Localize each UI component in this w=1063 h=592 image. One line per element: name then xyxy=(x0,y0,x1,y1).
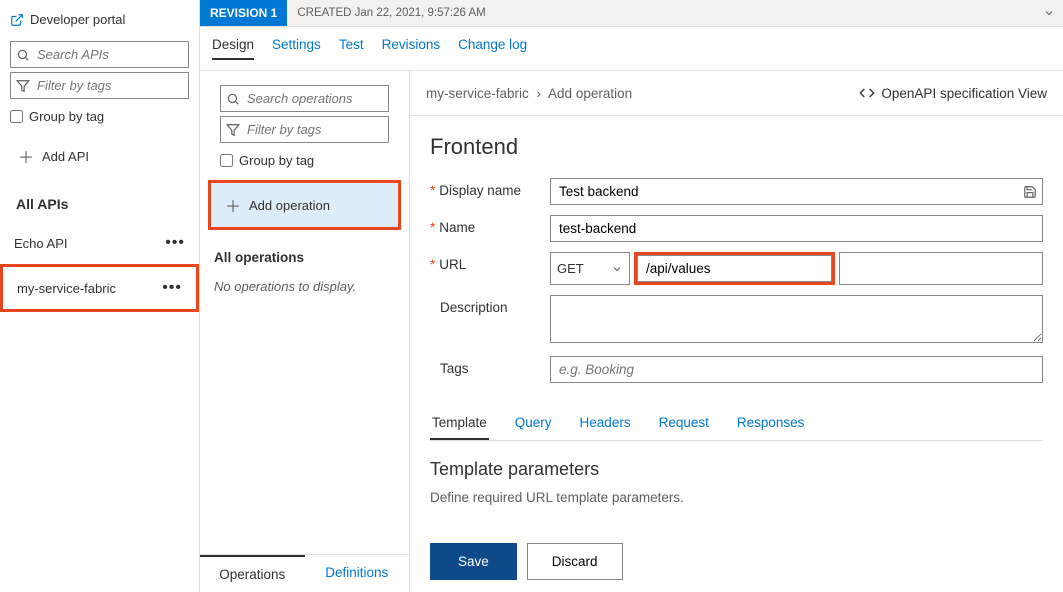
sub-tab-request[interactable]: Request xyxy=(657,407,711,440)
action-buttons: Save Discard xyxy=(410,531,1063,592)
save-button[interactable]: Save xyxy=(430,543,517,580)
no-operations-text: No operations to display. xyxy=(210,275,399,298)
url-label: URL xyxy=(439,257,466,272)
filter-tags-input[interactable] xyxy=(10,72,189,99)
filter-icon xyxy=(16,79,30,93)
description-label: Description xyxy=(440,300,508,315)
search-icon xyxy=(226,92,240,106)
required-indicator: * xyxy=(430,220,435,235)
search-icon xyxy=(16,48,30,62)
tab-settings[interactable]: Settings xyxy=(272,37,321,60)
search-operations-input[interactable] xyxy=(220,85,389,112)
ops-group-by-tag-checkbox[interactable] xyxy=(220,154,233,167)
group-by-tag-label: Group by tag xyxy=(29,109,104,124)
http-method-select[interactable]: GET xyxy=(550,252,630,285)
code-icon xyxy=(859,85,875,101)
revision-created-text: CREATED Jan 22, 2021, 9:57:26 AM xyxy=(287,1,1043,25)
more-icon[interactable]: ••• xyxy=(162,279,182,297)
tab-design[interactable]: Design xyxy=(212,37,254,60)
required-indicator: * xyxy=(430,183,435,198)
main-panel: my-service-fabric › Add operation OpenAP… xyxy=(410,71,1063,592)
tab-changelog[interactable]: Change log xyxy=(458,37,527,60)
api-item-label: my-service-fabric xyxy=(17,281,116,296)
search-apis-input[interactable] xyxy=(10,41,189,68)
developer-portal-link[interactable]: Developer portal xyxy=(0,8,199,31)
more-icon[interactable]: ••• xyxy=(165,234,185,252)
api-item-label: Echo API xyxy=(14,236,67,251)
all-operations-title: All operations xyxy=(210,236,399,275)
external-link-icon xyxy=(10,13,24,27)
template-parameters-description: Define required URL template parameters. xyxy=(430,490,1043,505)
sub-tab-headers[interactable]: Headers xyxy=(578,407,633,440)
tags-input[interactable] xyxy=(550,356,1043,383)
openapi-spec-view-link[interactable]: OpenAPI specification View xyxy=(859,85,1047,101)
ops-group-by-tag-label: Group by tag xyxy=(239,153,314,168)
description-textarea[interactable] xyxy=(550,295,1043,343)
chevron-down-icon xyxy=(611,263,623,275)
api-item-echo[interactable]: Echo API ••• xyxy=(0,222,199,264)
save-icon[interactable] xyxy=(1023,185,1037,199)
frontend-heading: Frontend xyxy=(430,134,1043,160)
ops-group-by-tag-row[interactable]: Group by tag xyxy=(210,147,399,174)
all-apis-title: All APIs xyxy=(0,182,199,222)
sub-tab-query[interactable]: Query xyxy=(513,407,554,440)
display-name-label: Display name xyxy=(439,183,521,198)
name-label: Name xyxy=(439,220,475,235)
bottom-tab-operations[interactable]: Operations xyxy=(200,555,305,592)
bottom-tab-definitions[interactable]: Definitions xyxy=(305,555,410,592)
tab-test[interactable]: Test xyxy=(339,37,364,60)
group-by-tag-checkbox-row[interactable]: Group by tag xyxy=(0,103,199,130)
add-api-label: Add API xyxy=(42,149,89,164)
developer-portal-label: Developer portal xyxy=(30,12,125,27)
http-method-value: GET xyxy=(557,261,584,276)
openapi-label: OpenAPI specification View xyxy=(881,86,1047,101)
name-input[interactable] xyxy=(550,215,1043,242)
plus-icon: ＋ xyxy=(225,193,241,217)
breadcrumb-page: Add operation xyxy=(548,86,632,101)
breadcrumb: my-service-fabric › Add operation xyxy=(426,86,632,101)
discard-button[interactable]: Discard xyxy=(527,543,623,580)
filter-operations-tags-input[interactable] xyxy=(220,116,389,143)
api-item-my-service-fabric[interactable]: my-service-fabric ••• xyxy=(0,264,199,312)
add-operation-button[interactable]: ＋ Add operation xyxy=(208,180,401,230)
display-name-input[interactable] xyxy=(550,178,1043,205)
template-parameters-heading: Template parameters xyxy=(430,459,1043,480)
tab-revisions[interactable]: Revisions xyxy=(382,37,441,60)
add-api-button[interactable]: ＋ Add API xyxy=(0,130,199,182)
tags-label: Tags xyxy=(440,361,469,376)
revision-bar: REVISION 1 CREATED Jan 22, 2021, 9:57:26… xyxy=(200,0,1063,27)
chevron-down-icon[interactable] xyxy=(1043,7,1055,19)
top-tabs: Design Settings Test Revisions Change lo… xyxy=(200,27,1063,71)
add-operation-label: Add operation xyxy=(249,198,330,213)
left-sidebar: Developer portal Group by tag ＋ Add API … xyxy=(0,0,200,592)
bottom-tabs: Operations Definitions xyxy=(200,554,409,592)
breadcrumb-api: my-service-fabric xyxy=(426,86,529,101)
url-path-input[interactable] xyxy=(637,255,832,282)
filter-icon xyxy=(226,123,240,137)
required-indicator: * xyxy=(430,257,435,272)
operations-panel: Group by tag ＋ Add operation All operati… xyxy=(200,71,410,592)
operation-sub-tabs: Template Query Headers Request Responses xyxy=(430,407,1043,441)
plus-icon: ＋ xyxy=(18,144,34,168)
revision-badge: REVISION 1 xyxy=(200,0,287,26)
sub-tab-template[interactable]: Template xyxy=(430,407,489,440)
group-by-tag-checkbox[interactable] xyxy=(10,110,23,123)
breadcrumb-separator: › xyxy=(537,86,542,101)
url-rest-input[interactable] xyxy=(839,252,1043,285)
sub-tab-responses[interactable]: Responses xyxy=(735,407,807,440)
template-table-header: NAME DESCRIPTION TYPE VALUES xyxy=(430,523,1043,531)
